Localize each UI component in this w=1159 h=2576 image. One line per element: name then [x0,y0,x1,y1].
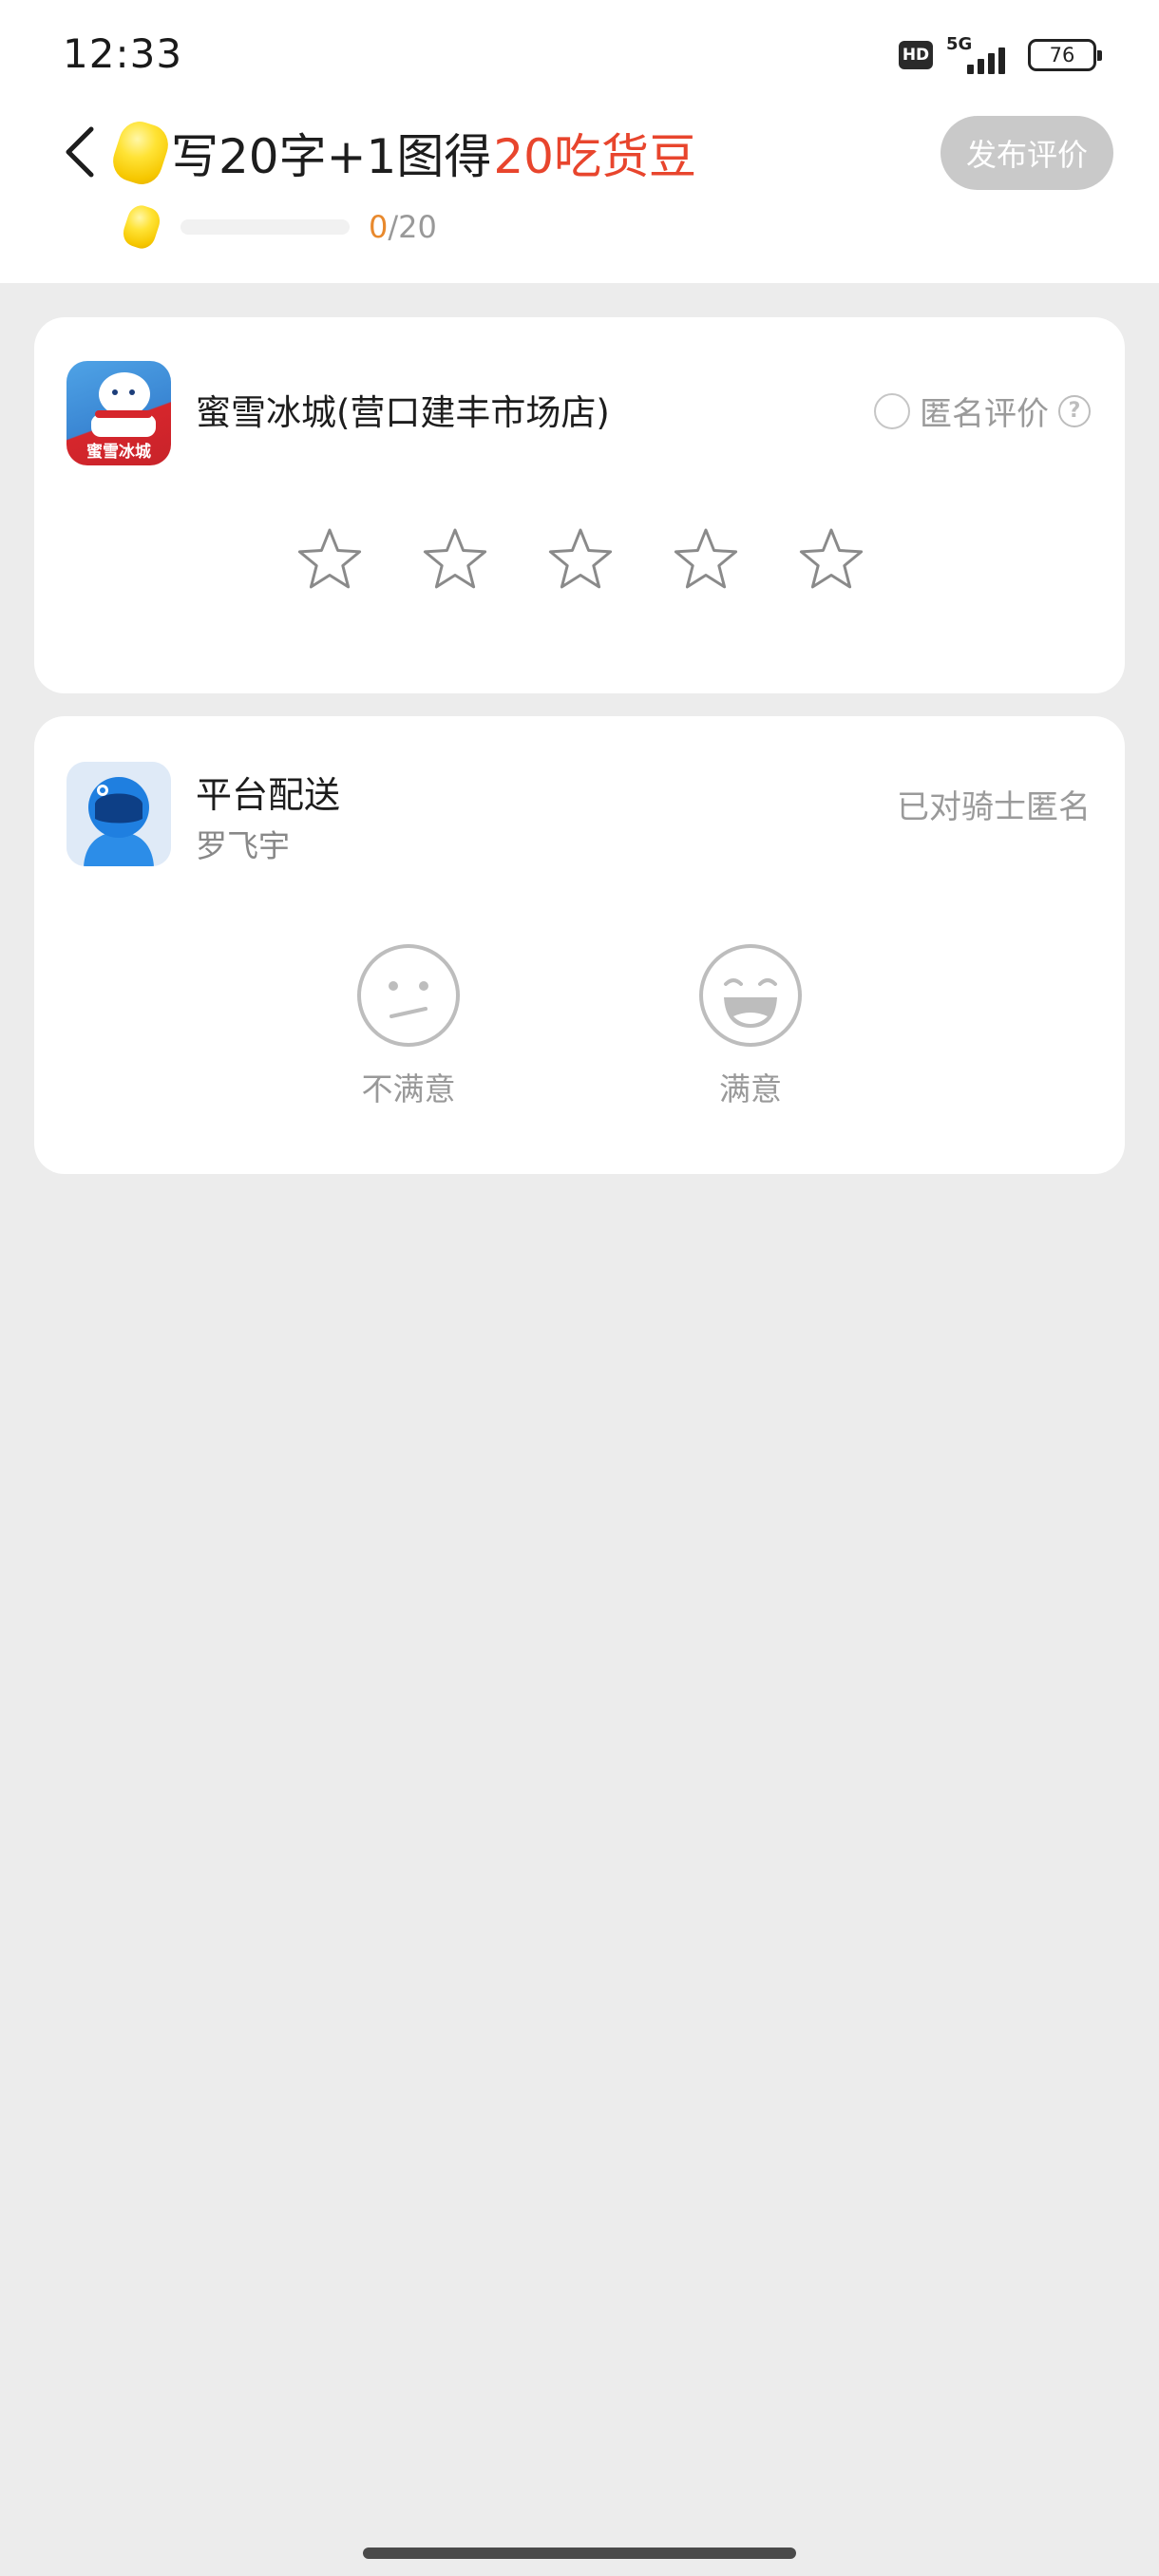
unsatisfied-button[interactable]: 不满意 [332,942,484,1109]
title-reward: 20吃货豆 [493,129,696,184]
star-icon-4[interactable] [671,524,741,595]
rider-anonymous-status: 已对骑士匿名 [897,788,1091,826]
status-icons: HD 5G 76 [899,34,1102,74]
title-prefix: 写20字+1图得 [171,129,492,184]
rider-rating-card: 平台配送 罗飞宇 已对骑士匿名 不满意 满意 [34,716,1125,1174]
coin-icon [120,201,163,253]
anonymous-label: 匿名评价 [920,395,1049,433]
publish-review-button[interactable]: 发布评价 [940,116,1113,190]
store-rating-card: 蜜雪冰城 蜜雪冰城(营口建丰市场店) 匿名评价 ? [34,317,1125,693]
laughing-face-icon [699,944,802,1047]
anonymous-radio[interactable] [874,392,910,429]
status-time: 12:33 [63,30,183,77]
home-indicator[interactable] [363,2548,796,2559]
store-name: 蜜雪冰城(营口建丰市场店) [196,392,610,433]
back-icon[interactable] [59,123,104,180]
delivery-type: 平台配送 [196,774,341,816]
hd-icon: HD [899,41,933,69]
battery-icon: 76 [1028,39,1102,71]
page-title: 写20字+1图得 20吃货豆 [107,116,696,190]
neutral-face-icon [357,944,460,1047]
unsatisfied-label: 不满意 [361,1070,456,1108]
help-icon[interactable]: ? [1058,394,1091,427]
satisfied-label: 满意 [719,1070,782,1108]
progress-bar [180,219,350,235]
star-icon-5[interactable] [796,524,866,595]
satisfied-button[interactable]: 满意 [674,942,826,1109]
star-rating [294,524,866,595]
store-logo: 蜜雪冰城 [66,361,171,465]
progress-count: 0/20 [369,209,437,245]
star-icon-3[interactable] [545,524,616,595]
rider-name: 罗飞宇 [196,827,290,864]
star-icon-2[interactable] [420,524,490,595]
rider-avatar [66,762,171,866]
star-icon-1[interactable] [294,524,365,595]
top-header-area: 12:33 HD 5G 76 写20字+1图得 20吃货豆 发布评价 0/20 [0,0,1159,283]
battery-level: 76 [1049,44,1075,66]
coin-icon [107,116,174,190]
signal-icon: 5G [946,34,1015,74]
anonymous-review-toggle[interactable]: 匿名评价 ? [874,388,1091,434]
review-progress: 0/20 [120,201,437,253]
